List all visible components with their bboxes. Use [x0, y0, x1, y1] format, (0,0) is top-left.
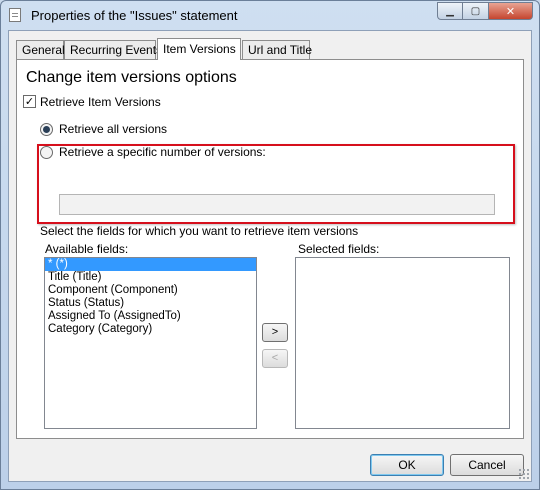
- minimize-button[interactable]: ▁: [437, 2, 463, 20]
- panel-heading: Change item versions options: [26, 69, 237, 86]
- title-bar[interactable]: Properties of the "Issues" statement ▁ ▢…: [1, 1, 539, 29]
- ok-button[interactable]: OK: [370, 454, 444, 476]
- list-item[interactable]: * (*): [45, 258, 256, 271]
- window-title: Properties of the "Issues" statement: [31, 8, 238, 23]
- retrieve-versions-label[interactable]: Retrieve Item Versions: [40, 95, 161, 109]
- selected-fields-label: Selected fields:: [298, 242, 380, 256]
- tab-general[interactable]: General: [16, 40, 65, 59]
- minimize-icon: ▁: [446, 5, 454, 17]
- dialog-client-area: General Recurring Events Item Versions U…: [8, 30, 532, 482]
- item-versions-panel: Change item versions options ✓ Retrieve …: [16, 59, 524, 439]
- retrieve-versions-checkbox[interactable]: ✓: [23, 95, 36, 108]
- available-fields-label: Available fields:: [45, 242, 129, 256]
- radio-all-versions-label[interactable]: Retrieve all versions: [59, 122, 167, 136]
- list-item[interactable]: Assigned To (AssignedTo): [45, 310, 256, 323]
- checkmark-icon: ✓: [24, 95, 35, 108]
- list-item[interactable]: Category (Category): [45, 323, 256, 336]
- available-fields-list[interactable]: * (*) Title (Title) Component (Component…: [44, 257, 257, 429]
- cancel-button[interactable]: Cancel: [450, 454, 524, 476]
- tab-url-and-title[interactable]: Url and Title: [242, 40, 312, 59]
- add-field-button[interactable]: >: [262, 323, 288, 342]
- fields-prompt: Select the fields for which you want to …: [40, 224, 359, 238]
- close-button[interactable]: ✕: [489, 2, 533, 20]
- close-icon: ✕: [505, 4, 516, 18]
- window-controls: ▁ ▢ ✕: [437, 2, 533, 20]
- maximize-button[interactable]: ▢: [463, 2, 489, 20]
- maximize-icon: ▢: [470, 5, 481, 17]
- tab-item-versions[interactable]: Item Versions: [157, 38, 241, 60]
- document-icon: [9, 8, 21, 22]
- properties-dialog: Properties of the "Issues" statement ▁ ▢…: [0, 0, 540, 490]
- radio-all-versions[interactable]: [40, 123, 53, 136]
- tab-recurring-events[interactable]: Recurring Events: [64, 40, 162, 59]
- list-item[interactable]: Component (Component): [45, 284, 256, 297]
- number-of-versions-input[interactable]: [59, 194, 495, 215]
- selected-fields-list[interactable]: [295, 257, 510, 429]
- resize-grip[interactable]: [518, 468, 529, 479]
- radio-specific-number-label[interactable]: Retrieve a specific number of versions:: [59, 145, 266, 159]
- radio-specific-number[interactable]: [40, 146, 53, 159]
- remove-field-button[interactable]: <: [262, 349, 288, 368]
- list-item[interactable]: Status (Status): [45, 297, 256, 310]
- list-item[interactable]: Title (Title): [45, 271, 256, 284]
